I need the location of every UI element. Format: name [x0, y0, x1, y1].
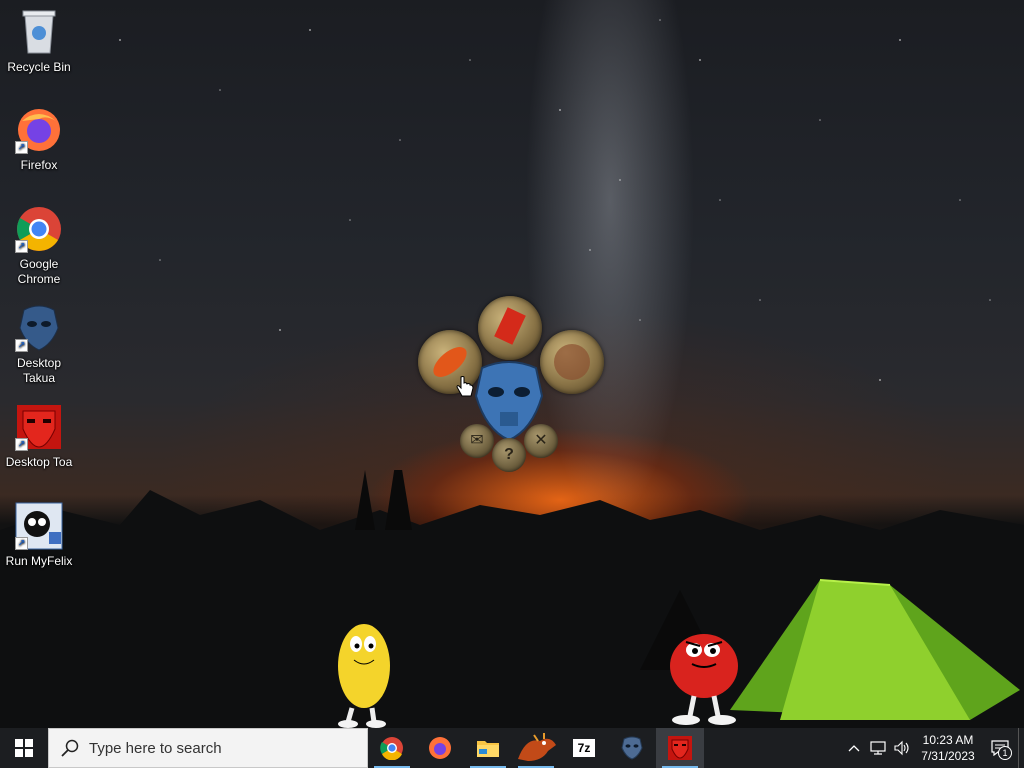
taskbar-search-box[interactable]: Type here to search	[48, 728, 368, 768]
red-mascot[interactable]	[664, 628, 744, 728]
desktop-icon-google-chrome[interactable]: ↗ Google Chrome	[2, 205, 76, 287]
network-icon[interactable]	[866, 728, 890, 768]
hand-cursor-icon	[456, 376, 474, 397]
taskbar-file-explorer[interactable]	[464, 728, 512, 768]
green-tent	[730, 579, 1020, 720]
start-button[interactable]	[0, 728, 48, 768]
file-explorer-icon	[477, 741, 499, 757]
taskbar-firefox[interactable]	[416, 728, 464, 768]
desktop-icon-recycle-bin[interactable]: Recycle Bin	[2, 8, 76, 75]
taskbar-7zip[interactable]: 7z	[560, 728, 608, 768]
desktop-icon-firefox[interactable]: ↗ Firefox	[2, 106, 76, 173]
toa-mask-icon: ↗	[15, 403, 63, 451]
taskbar-clock[interactable]: 10:23 AM 7/31/2023	[914, 732, 982, 764]
desktop-icon-label: Desktop Takua	[16, 356, 62, 385]
help-icon[interactable]: ?	[492, 438, 526, 472]
shortcut-arrow-icon: ↗	[15, 240, 28, 253]
takua-mask-icon: ↗	[15, 304, 63, 352]
close-icon[interactable]: ✕	[524, 424, 558, 458]
shortcut-arrow-icon: ↗	[15, 438, 28, 451]
desktop-icon-label: Recycle Bin	[7, 60, 71, 74]
windows-logo-icon	[15, 739, 33, 757]
red-mask-orb-icon[interactable]	[478, 296, 542, 360]
7zip-icon: 7z	[573, 739, 595, 757]
desktop-icon-label: Desktop Toa	[5, 455, 73, 469]
firefox-icon	[429, 737, 451, 759]
dragon-app-icon	[518, 733, 556, 761]
show-desktop-button[interactable]	[1018, 728, 1024, 768]
search-placeholder: Type here to search	[89, 739, 222, 757]
chevron-up-icon[interactable]	[842, 728, 866, 768]
desktop-icon-label: Run MyFelix	[5, 554, 73, 568]
clock-date: 7/31/2023	[921, 749, 975, 763]
shortcut-arrow-icon: ↗	[15, 339, 28, 352]
yellow-mascot[interactable]	[334, 620, 398, 728]
taskbar-takua[interactable]	[608, 728, 656, 768]
shortcut-arrow-icon: ↗	[15, 537, 28, 550]
system-tray: 10:23 AM 7/31/2023 1	[842, 728, 1024, 768]
chrome-icon: ↗	[15, 205, 63, 253]
action-center-button[interactable]: 1	[982, 728, 1018, 768]
taskbar: Type here to search 7z 10:23 AM 7/31/202…	[0, 728, 1024, 768]
takua-mask-icon	[621, 736, 643, 760]
taskbar-chrome[interactable]	[368, 728, 416, 768]
desktop-icon-desktop-toa[interactable]: ↗ Desktop Toa	[2, 403, 76, 470]
taskbar-toa[interactable]	[656, 728, 704, 768]
search-icon	[61, 739, 79, 757]
volume-icon[interactable]	[890, 728, 914, 768]
taskbar-dragon-app[interactable]	[512, 728, 560, 768]
mail-icon[interactable]: ✉	[460, 424, 494, 458]
notification-badge: 1	[998, 746, 1012, 760]
desktop-icon-desktop-takua[interactable]: ↗ Desktop Takua	[2, 304, 76, 386]
desktop-icon-label: Firefox	[20, 158, 58, 172]
firefox-icon: ↗	[15, 106, 63, 154]
desktop-icon-run-myfelix[interactable]: ↗ Run MyFelix	[2, 502, 76, 569]
toa-mask-icon	[668, 736, 692, 760]
stone-orb-icon[interactable]	[540, 330, 604, 394]
recycle-bin-icon	[15, 8, 63, 56]
clock-time: 10:23 AM	[922, 733, 974, 747]
chrome-icon	[380, 737, 403, 760]
shortcut-arrow-icon: ↗	[15, 141, 28, 154]
mask-menu-widget[interactable]: ✉ ? ✕	[416, 296, 606, 472]
myfelix-icon: ↗	[15, 502, 63, 550]
desktop-icon-label: Google Chrome	[17, 257, 61, 286]
